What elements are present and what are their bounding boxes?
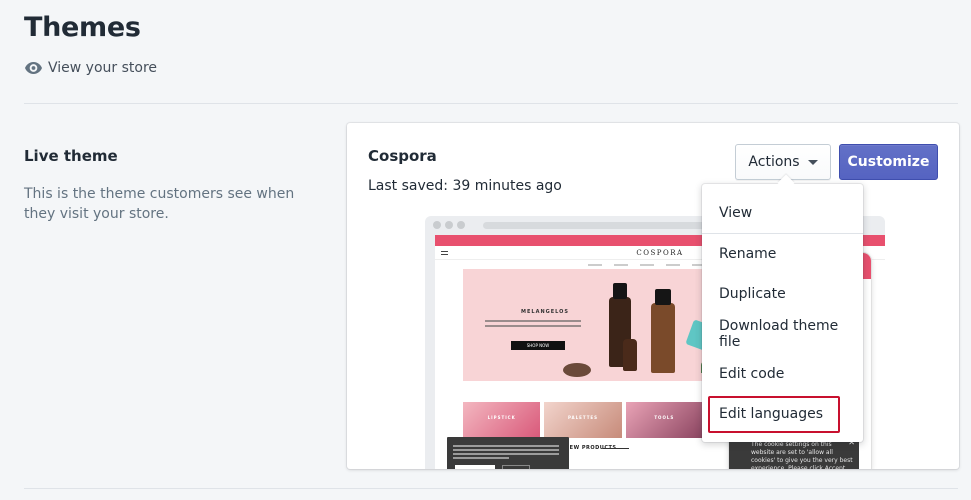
bottle-cap-image [613, 283, 627, 299]
window-dot-icon [457, 221, 465, 229]
theme-name: Cospora [368, 147, 437, 165]
stone-image [563, 363, 591, 377]
live-theme-description: This is the theme customers see when the… [24, 186, 295, 222]
header-divider [24, 103, 958, 104]
preview-category: PALETTES [544, 402, 622, 438]
bottle-cap-image [655, 289, 671, 305]
actions-menu: View Rename Duplicate Download theme fil… [702, 184, 863, 442]
customize-button[interactable]: Customize [839, 144, 938, 180]
menu-item-download-theme-file[interactable]: Download theme file [702, 314, 863, 354]
actions-button-label: Actions [748, 154, 800, 170]
eye-icon [25, 62, 42, 74]
menu-item-duplicate[interactable]: Duplicate [702, 274, 863, 314]
live-theme-card: Cospora Last saved: 39 minutes ago Actio… [347, 123, 959, 469]
actions-button[interactable]: Actions [735, 144, 831, 180]
preview-cookie-banner [447, 437, 569, 469]
preview-hero-button: SHOP NOW [511, 341, 565, 350]
preview-site-logo: COSPORA [636, 248, 684, 257]
page-title: Themes [24, 12, 141, 43]
preview-hero-text [485, 320, 581, 330]
preview-category: TOOLS [625, 402, 703, 438]
preview-accept-button [455, 465, 495, 469]
caret-down-icon [807, 159, 818, 165]
window-dot-icon [445, 221, 453, 229]
menu-item-edit-code[interactable]: Edit code [702, 354, 863, 394]
preview-category-row: LIPSTICK PALETTES TOOLS [463, 402, 703, 438]
footer-divider [24, 488, 958, 489]
dropper-bottle-image [623, 339, 637, 371]
live-theme-heading: Live theme [24, 147, 118, 165]
last-saved-text: Last saved: 39 minutes ago [368, 178, 562, 194]
menu-item-edit-languages[interactable]: Edit languages [702, 394, 863, 434]
preview-privacy-button [502, 465, 530, 469]
preview-divider [603, 448, 629, 449]
window-dot-icon [433, 221, 441, 229]
view-store-link[interactable]: View your store [25, 60, 157, 76]
bottle-image [651, 303, 675, 373]
view-store-label: View your store [48, 60, 158, 76]
menu-item-view[interactable]: View [702, 193, 863, 233]
hamburger-icon [441, 251, 448, 255]
preview-category: LIPSTICK [463, 402, 541, 438]
preview-hero-title: MELANGELOS [521, 309, 570, 315]
menu-item-rename[interactable]: Rename [702, 234, 863, 274]
